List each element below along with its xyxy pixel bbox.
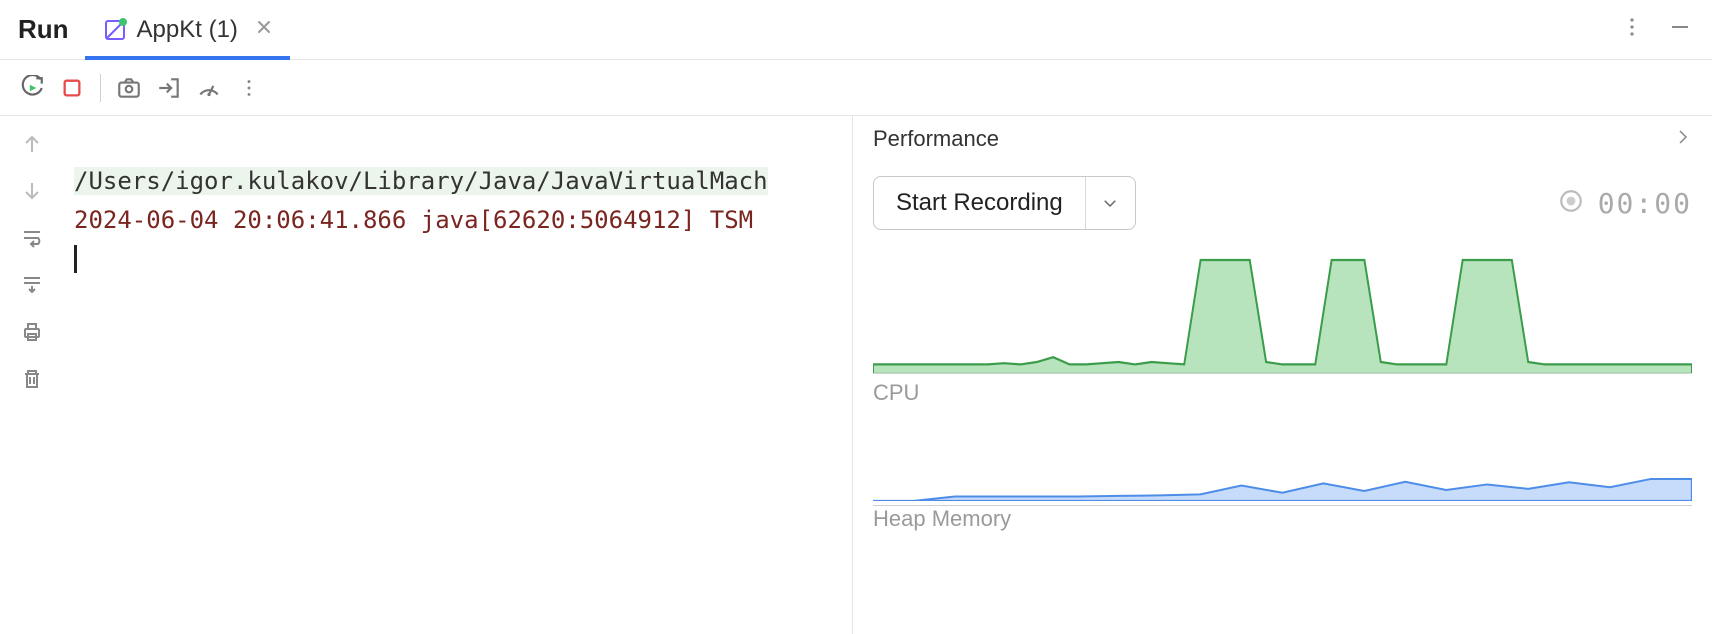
stop-button[interactable] bbox=[52, 68, 92, 108]
soft-wrap-icon[interactable] bbox=[20, 226, 44, 255]
arrow-down-icon[interactable] bbox=[20, 179, 44, 208]
more-icon[interactable] bbox=[229, 68, 269, 108]
left-gutter bbox=[0, 116, 64, 634]
heap-label: Heap Memory bbox=[873, 506, 1692, 532]
performance-panel: Performance Start Recording 00:00 bbox=[852, 116, 1712, 634]
arrow-up-icon[interactable] bbox=[20, 132, 44, 161]
divider bbox=[100, 74, 101, 102]
chevron-down-icon[interactable] bbox=[1085, 177, 1135, 229]
tab-label: AppKt (1) bbox=[137, 16, 238, 44]
tab-appkt[interactable]: AppKt (1) bbox=[85, 0, 290, 59]
gauge-icon[interactable] bbox=[189, 68, 229, 108]
console-line: /Users/igor.kulakov/Library/Java/JavaVir… bbox=[74, 167, 768, 195]
kotlin-file-icon bbox=[103, 18, 127, 42]
panel-title: Run bbox=[8, 14, 85, 45]
minimize-icon[interactable] bbox=[1668, 15, 1692, 44]
cpu-chart[interactable] bbox=[873, 254, 1692, 374]
print-icon[interactable] bbox=[20, 320, 44, 349]
performance-title: Performance bbox=[873, 126, 999, 152]
rerun-button[interactable] bbox=[12, 68, 52, 108]
trash-icon[interactable] bbox=[20, 367, 44, 396]
record-icon bbox=[1558, 188, 1584, 219]
chevron-right-icon[interactable] bbox=[1674, 128, 1692, 151]
text-cursor bbox=[74, 245, 77, 273]
scroll-to-end-icon[interactable] bbox=[20, 273, 44, 302]
screenshot-icon[interactable] bbox=[109, 68, 149, 108]
start-recording-button[interactable]: Start Recording bbox=[873, 176, 1136, 230]
close-icon[interactable] bbox=[256, 18, 272, 41]
performance-header: Performance bbox=[853, 116, 1712, 158]
heap-chart[interactable] bbox=[873, 446, 1692, 506]
console-line: 2024-06-04 20:06:41.866 java[62620:50649… bbox=[74, 206, 753, 234]
main: /Users/igor.kulakov/Library/Java/JavaVir… bbox=[0, 116, 1712, 634]
exit-icon[interactable] bbox=[149, 68, 189, 108]
console-output[interactable]: /Users/igor.kulakov/Library/Java/JavaVir… bbox=[64, 116, 852, 634]
cpu-label: CPU bbox=[873, 380, 1692, 406]
timer-text: 00:00 bbox=[1598, 187, 1692, 220]
toolbar bbox=[0, 60, 1712, 116]
recording-timer: 00:00 bbox=[1558, 187, 1692, 220]
start-recording-label: Start Recording bbox=[874, 189, 1085, 217]
tabbar: Run AppKt (1) bbox=[0, 0, 1712, 60]
more-vertical-icon[interactable] bbox=[1620, 15, 1644, 44]
